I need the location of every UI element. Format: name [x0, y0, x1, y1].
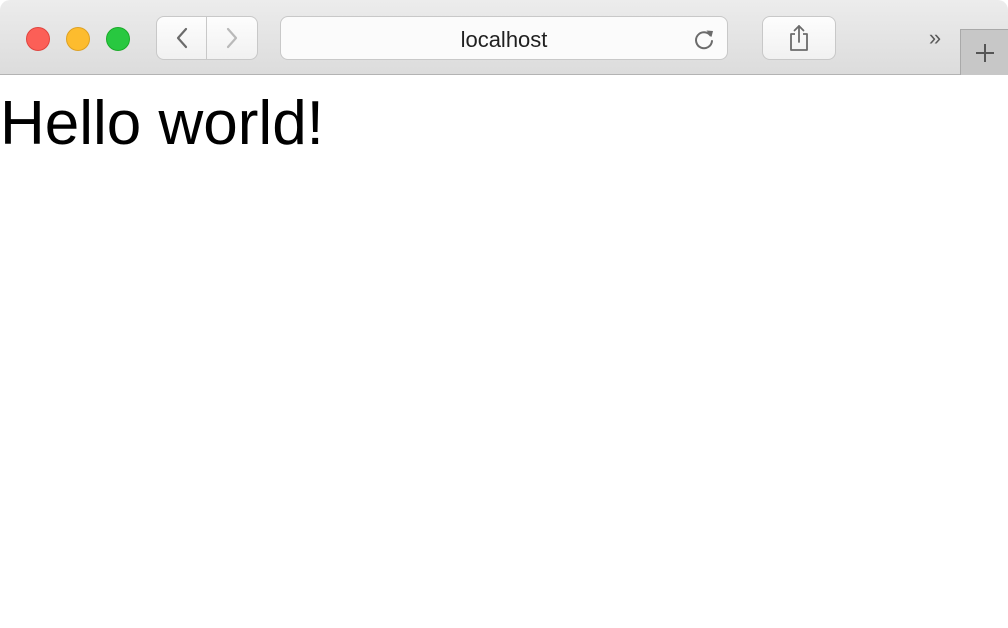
address-text: localhost [460, 27, 548, 52]
close-window-button[interactable] [26, 27, 50, 51]
minimize-window-button[interactable] [66, 27, 90, 51]
plus-icon [975, 43, 994, 62]
forward-button[interactable] [207, 16, 258, 60]
zoom-window-button[interactable] [106, 27, 130, 51]
toolbar-overflow-button[interactable]: » [920, 24, 950, 52]
browser-toolbar: localhost » [0, 0, 1008, 75]
page-heading: Hello world! [0, 89, 324, 158]
share-icon [790, 25, 808, 51]
address-bar[interactable]: localhost [280, 16, 728, 60]
back-button[interactable] [156, 16, 207, 60]
page-content: Hello world! [0, 75, 1008, 628]
share-button[interactable] [762, 16, 836, 60]
new-tab-button[interactable] [960, 29, 1008, 75]
browser-window: localhost » Hello world! [0, 0, 1008, 628]
chevron-right-icon [226, 27, 238, 49]
navigation-buttons [156, 16, 258, 60]
chevron-left-icon [176, 27, 187, 49]
reload-icon[interactable] [691, 26, 717, 52]
